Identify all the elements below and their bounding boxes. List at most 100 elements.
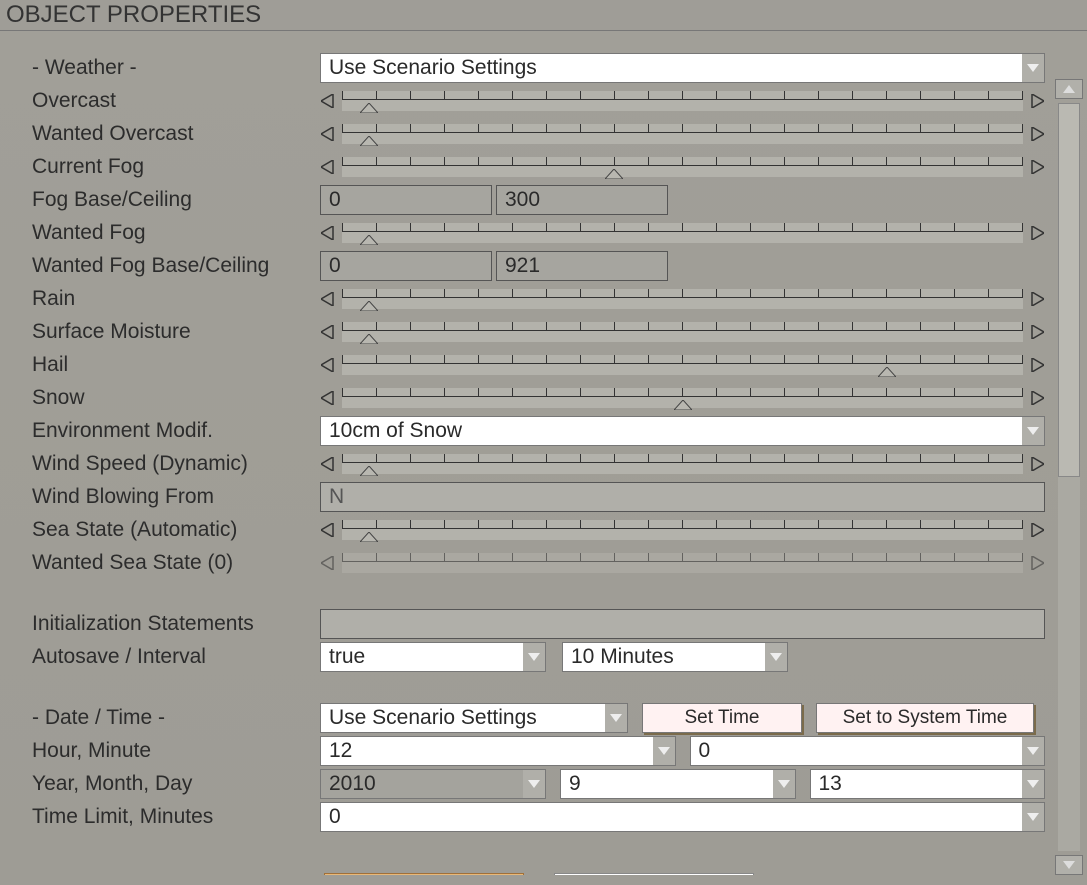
slider-thumb[interactable] [360, 136, 378, 146]
wanted-fog-ceiling-input[interactable]: 921 [496, 251, 668, 281]
slider-thumb[interactable] [360, 103, 378, 113]
wanted-fog-base-input[interactable]: 0 [320, 251, 492, 281]
init-statements-input[interactable] [320, 609, 1045, 639]
slider-nudge-left-icon[interactable] [320, 125, 336, 143]
chevron-down-icon [1022, 803, 1044, 831]
minute-dropdown[interactable]: 0 [690, 736, 1046, 766]
overcast-label: Overcast [32, 89, 320, 113]
slider-nudge-right-icon[interactable] [1029, 158, 1045, 176]
hour-value: 12 [329, 739, 352, 763]
time-limit-label: Time Limit, Minutes [32, 805, 320, 829]
slider-track[interactable] [342, 91, 1023, 111]
partial-button-2[interactable] [554, 873, 754, 876]
slider-track[interactable] [342, 355, 1023, 375]
vertical-scrollbar[interactable] [1053, 79, 1085, 875]
wanted-fog-slider[interactable] [320, 218, 1045, 248]
wind-speed-label: Wind Speed (Dynamic) [32, 452, 320, 476]
hail-slider[interactable] [320, 350, 1045, 380]
autosave-dropdown[interactable]: true [320, 642, 546, 672]
time-limit-dropdown[interactable]: 0 [320, 802, 1045, 832]
slider-thumb[interactable] [674, 400, 692, 410]
slider-nudge-left-icon[interactable] [320, 389, 336, 407]
wind-from-input[interactable]: N [320, 482, 1045, 512]
chevron-down-icon [523, 643, 545, 671]
datetime-preset-value: Use Scenario Settings [329, 706, 537, 730]
scroll-up-button[interactable] [1055, 79, 1083, 99]
slider-nudge-right-icon[interactable] [1029, 356, 1045, 374]
init-statements-label: Initialization Statements [32, 612, 320, 636]
slider-thumb[interactable] [360, 301, 378, 311]
slider-track[interactable] [342, 454, 1023, 474]
slider-nudge-left-icon[interactable] [320, 290, 336, 308]
slider-thumb[interactable] [878, 367, 896, 377]
minute-value: 0 [699, 739, 711, 763]
slider-nudge-right-icon[interactable] [1029, 290, 1045, 308]
sea-state-slider[interactable] [320, 515, 1045, 545]
env-modif-dropdown[interactable]: 10cm of Snow [320, 416, 1045, 446]
hail-label: Hail [32, 353, 320, 377]
slider-thumb[interactable] [360, 334, 378, 344]
weather-preset-dropdown[interactable]: Use Scenario Settings [320, 53, 1045, 83]
slider-thumb[interactable] [360, 466, 378, 476]
weather-header: - Weather - [32, 56, 320, 80]
slider-nudge-left-icon[interactable] [320, 92, 336, 110]
slider-track[interactable] [342, 124, 1023, 144]
scrollbar-track[interactable] [1058, 103, 1080, 851]
slider-nudge-right-icon[interactable] [1029, 92, 1045, 110]
partial-button-1[interactable] [324, 873, 524, 876]
wind-speed-slider[interactable] [320, 449, 1045, 479]
slider-track[interactable] [342, 289, 1023, 309]
slider-thumb[interactable] [605, 169, 623, 179]
interval-dropdown[interactable]: 10 Minutes [562, 642, 788, 672]
wanted-fog-base-ceiling-label: Wanted Fog Base/Ceiling [32, 254, 320, 278]
chevron-down-icon [653, 737, 675, 765]
chevron-down-icon [773, 770, 795, 798]
snow-slider[interactable] [320, 383, 1045, 413]
slider-nudge-right-icon[interactable] [1029, 455, 1045, 473]
scroll-down-button[interactable] [1055, 855, 1083, 875]
current-fog-slider[interactable] [320, 152, 1045, 182]
set-time-button[interactable]: Set Time [642, 703, 802, 733]
fog-ceiling-input[interactable]: 300 [496, 185, 668, 215]
wanted-fog-label: Wanted Fog [32, 221, 320, 245]
slider-nudge-left-icon[interactable] [320, 554, 336, 572]
day-dropdown[interactable]: 13 [810, 769, 1046, 799]
slider-track[interactable] [342, 553, 1023, 573]
rain-label: Rain [32, 287, 320, 311]
datetime-preset-dropdown[interactable]: Use Scenario Settings [320, 703, 628, 733]
slider-nudge-left-icon[interactable] [320, 323, 336, 341]
current-fog-label: Current Fog [32, 155, 320, 179]
fog-base-input[interactable]: 0 [320, 185, 492, 215]
snow-label: Snow [32, 386, 320, 410]
scrollbar-thumb[interactable] [1058, 103, 1080, 477]
slider-track[interactable] [342, 223, 1023, 243]
chevron-down-icon [765, 643, 787, 671]
slider-track[interactable] [342, 157, 1023, 177]
slider-nudge-right-icon[interactable] [1029, 521, 1045, 539]
year-dropdown[interactable]: 2010 [320, 769, 546, 799]
slider-thumb[interactable] [360, 235, 378, 245]
slider-nudge-right-icon[interactable] [1029, 224, 1045, 242]
slider-nudge-left-icon[interactable] [320, 158, 336, 176]
interval-value: 10 Minutes [571, 645, 674, 669]
set-system-time-button[interactable]: Set to System Time [816, 703, 1034, 733]
wanted-overcast-slider[interactable] [320, 119, 1045, 149]
slider-thumb[interactable] [360, 532, 378, 542]
slider-nudge-right-icon[interactable] [1029, 323, 1045, 341]
slider-nudge-left-icon[interactable] [320, 521, 336, 539]
slider-track[interactable] [342, 388, 1023, 408]
overcast-slider[interactable] [320, 86, 1045, 116]
slider-nudge-left-icon[interactable] [320, 455, 336, 473]
month-dropdown[interactable]: 9 [560, 769, 796, 799]
slider-nudge-left-icon[interactable] [320, 356, 336, 374]
surface-moisture-slider[interactable] [320, 317, 1045, 347]
env-modif-value: 10cm of Snow [329, 419, 462, 443]
slider-track[interactable] [342, 322, 1023, 342]
slider-nudge-right-icon[interactable] [1029, 389, 1045, 407]
rain-slider[interactable] [320, 284, 1045, 314]
slider-nudge-right-icon[interactable] [1029, 125, 1045, 143]
slider-nudge-left-icon[interactable] [320, 224, 336, 242]
slider-track[interactable] [342, 520, 1023, 540]
slider-nudge-right-icon[interactable] [1029, 554, 1045, 572]
hour-dropdown[interactable]: 12 [320, 736, 676, 766]
